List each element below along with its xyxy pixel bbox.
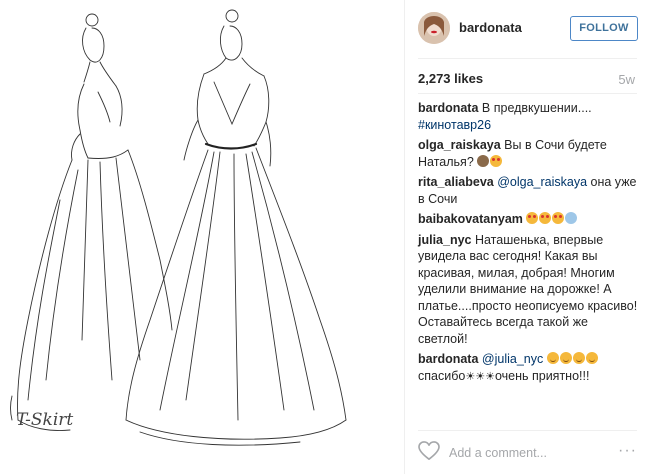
smile-emoji-icon — [585, 352, 598, 364]
image-signature: T-Skirt — [16, 410, 74, 430]
comment-item: julia_nyc Наташенька, впервые увидела ва… — [418, 232, 640, 348]
post-image[interactable]: T-Skirt — [0, 0, 404, 474]
sun-emoji-icon: ☀ — [485, 370, 495, 383]
author-avatar[interactable] — [418, 12, 450, 44]
sun-emoji-icon: ☀ — [475, 370, 486, 383]
smile-emoji-icon — [559, 352, 572, 364]
add-comment-input[interactable] — [449, 444, 609, 462]
post-footer: ··· — [405, 430, 649, 474]
comments-list: bardonata В предвкушении.... #кинотавр26… — [418, 100, 640, 389]
comment-text: Наташенька, впервые увидела вас сегодня!… — [418, 232, 638, 346]
post-sidebar: bardonata FOLLOW 2,273 likes 5w bardonat… — [404, 0, 649, 474]
follow-button[interactable]: FOLLOW — [570, 16, 638, 41]
instagram-post: T-Skirt bardonata FOLLOW 2,273 likes 5w … — [0, 0, 649, 474]
comment-text: очень приятно!!! — [494, 368, 590, 383]
smile-emoji-icon — [546, 352, 559, 364]
comment-username[interactable]: olga_raiskaya — [418, 138, 501, 152]
comment-username[interactable]: julia_nyc — [418, 233, 472, 247]
hearteye-emoji-icon — [526, 212, 539, 224]
comment-username[interactable]: rita_aliabeva — [418, 175, 494, 189]
author-username[interactable]: bardonata — [459, 20, 522, 35]
comment-item: baibakovatanyam — [418, 211, 640, 228]
monkey-emoji-icon — [477, 154, 490, 167]
hearteye-emoji-icon — [490, 154, 503, 167]
comment-username[interactable]: bardonata — [418, 101, 478, 115]
comment-item: olga_raiskaya Вы в Сочи будете Наталья? — [418, 137, 640, 170]
comment-link[interactable]: @olga_raiskaya — [494, 175, 587, 189]
post-age[interactable]: 5w — [618, 72, 635, 87]
heart-icon[interactable] — [418, 441, 440, 461]
comment-item: bardonata В предвкушении.... #кинотавр26 — [418, 100, 640, 133]
comment-link[interactable]: @julia_nyc — [478, 352, 543, 366]
comment-item: rita_aliabeva @olga_raiskaya она уже в С… — [418, 174, 640, 207]
hearteye-emoji-icon — [539, 212, 552, 224]
sun-emoji-icon: ☀ — [465, 370, 476, 383]
header-divider — [418, 58, 637, 59]
likes-count[interactable]: 2,273 likes — [418, 71, 483, 86]
dress-sketch-illustration — [10, 9, 347, 446]
likes-divider — [418, 93, 637, 94]
comment-item: bardonata @julia_nyc спасибо☀☀☀очень при… — [418, 351, 640, 385]
comment-text: спасибо — [418, 368, 466, 383]
comment-username[interactable]: baibakovatanyam — [418, 212, 523, 226]
comment-link[interactable]: #кинотавр26 — [418, 118, 491, 132]
avatar-portrait-icon — [418, 12, 450, 44]
hearteye-emoji-icon — [552, 212, 565, 224]
comment-username[interactable]: bardonata — [418, 352, 478, 366]
smile-emoji-icon — [572, 352, 585, 364]
more-options-icon[interactable]: ··· — [618, 442, 637, 460]
comment-text: В предвкушении.... — [478, 101, 592, 115]
scream-emoji-icon — [565, 212, 578, 224]
post-header: bardonata FOLLOW — [405, 0, 649, 58]
